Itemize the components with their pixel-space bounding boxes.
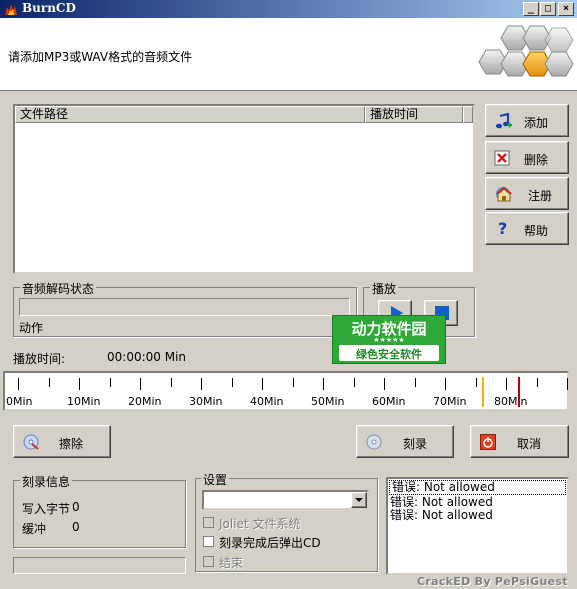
- bytes-written-label: 写入字节: [22, 502, 71, 516]
- header-panel: 请添加MP3或WAV格式的音频文件: [0, 18, 577, 91]
- time-ruler[interactable]: 0Min 10Min 20Min 30Min 40Min 50Min 60Min 70Min 8…: [3, 371, 569, 411]
- joliet-checkbox[interactable]: [203, 517, 214, 528]
- power-icon: [480, 434, 496, 450]
- settings-select[interactable]: [202, 490, 369, 510]
- ruler-label: 10Min: [67, 395, 101, 408]
- column-header-time[interactable]: 播放时间: [365, 106, 463, 123]
- header-instruction: 请添加MP3或WAV格式的音频文件: [8, 50, 193, 64]
- close-button[interactable]: ×: [558, 2, 574, 16]
- ruler-label: 0Min: [6, 395, 33, 408]
- decode-progress-bar: [19, 298, 350, 316]
- music-note-icon: [496, 113, 512, 129]
- add-button[interactable]: 添加: [485, 104, 569, 137]
- ruler-tick: [79, 378, 80, 390]
- ruler-label: 30Min: [189, 395, 223, 408]
- log-list[interactable]: 错误: Not allowed 错误: Not allowed 错误: Not …: [386, 477, 569, 575]
- chevron-down-icon: [355, 498, 363, 502]
- window-title: BurnCD: [22, 1, 76, 15]
- erase-disc-icon: [23, 434, 39, 450]
- register-button[interactable]: 注册: [485, 177, 569, 210]
- ruler-label: 40Min: [250, 395, 284, 408]
- ruler-tick: [506, 378, 507, 390]
- column-header-filler: [463, 106, 473, 123]
- buffer-label: 缓冲: [22, 522, 47, 536]
- hexagon-logo-icon: [478, 25, 574, 77]
- burn-button[interactable]: 刻录: [356, 425, 454, 458]
- maximize-button[interactable]: □: [540, 2, 556, 16]
- flame-app-icon: [5, 4, 17, 15]
- help-question-icon: ?: [498, 219, 508, 238]
- minimize-button[interactable]: _: [523, 2, 539, 16]
- status-bar: [13, 557, 186, 574]
- ruler-tick: [231, 378, 233, 387]
- ruler-tick: [140, 378, 141, 390]
- ruler-tick: [262, 378, 263, 390]
- ruler-tick: [475, 378, 477, 387]
- play-group-label: 播放: [370, 280, 399, 297]
- ruler-tick: [292, 378, 294, 387]
- watermark-logo: 动力软件园 ★★★★★ 绿色安全软件: [332, 315, 446, 364]
- ruler-tick: [353, 378, 355, 387]
- cancel-button-label: 取消: [517, 437, 542, 451]
- delete-button[interactable]: 删除: [485, 141, 569, 174]
- ruler-label: 50Min: [311, 395, 345, 408]
- ruler-tick: [384, 378, 385, 390]
- register-button-label: 注册: [528, 189, 553, 203]
- column-header-path[interactable]: 文件路径: [15, 106, 365, 123]
- ruler-tick: [567, 378, 568, 390]
- burn-button-label: 刻录: [403, 437, 428, 451]
- ruler-tick: [170, 378, 172, 387]
- eject-checkbox[interactable]: [203, 536, 214, 547]
- help-button[interactable]: ? 帮助: [485, 212, 569, 245]
- erase-button[interactable]: 擦除: [13, 425, 111, 458]
- ruler-tick: [414, 378, 416, 387]
- log-line[interactable]: 错误: Not allowed: [389, 480, 566, 495]
- delete-file-icon: [494, 150, 510, 166]
- cancel-button[interactable]: 取消: [470, 425, 569, 458]
- finish-label: 结束: [219, 556, 244, 570]
- log-line[interactable]: 错误: Not allowed: [388, 509, 567, 522]
- settings-label: 设置: [201, 471, 230, 488]
- ruler-tick: [323, 378, 324, 390]
- eject-label: 刻录完成后弹出CD: [219, 536, 321, 550]
- ruler-marker-red[interactable]: [518, 377, 521, 407]
- credit-text: CrackED By PePsiGuest: [417, 575, 568, 588]
- decode-status-label: 音频解码状态: [20, 280, 97, 297]
- burn-info-label: 刻录信息: [20, 473, 73, 490]
- watermark-line2: 绿色安全软件: [356, 348, 422, 361]
- erase-button-label: 擦除: [59, 437, 84, 451]
- watermark-stars: ★★★★★: [373, 336, 405, 344]
- ruler-tick: [445, 378, 446, 390]
- ruler-marker-yellow[interactable]: [481, 377, 484, 407]
- ruler-label: 80Min: [494, 395, 528, 408]
- house-globe-icon: [496, 186, 512, 202]
- ruler-tick: [201, 378, 202, 390]
- add-button-label: 添加: [524, 116, 549, 130]
- playtime-label: 播放时间:: [13, 352, 66, 366]
- help-button-label: 帮助: [524, 224, 549, 238]
- action-label: 动作: [19, 321, 44, 335]
- buffer-value: 0: [72, 520, 80, 534]
- ruler-label: 60Min: [372, 395, 406, 408]
- title-bar[interactable]: BurnCD _ □ ×: [0, 0, 577, 18]
- ruler-label: 20Min: [128, 395, 162, 408]
- ruler-tick: [48, 378, 50, 387]
- ruler-label: 70Min: [433, 395, 467, 408]
- finish-checkbox[interactable]: [203, 556, 214, 567]
- playtime-value: 00:00:00 Min: [107, 350, 187, 364]
- file-list[interactable]: 文件路径 播放时间: [13, 104, 475, 274]
- ruler-tick: [536, 378, 538, 387]
- delete-button-label: 删除: [524, 153, 549, 167]
- joliet-label: Joliet 文件系统: [219, 517, 301, 531]
- ruler-tick: [18, 378, 19, 390]
- ruler-tick: [109, 378, 111, 387]
- cd-icon: [366, 434, 382, 450]
- bytes-written-value: 0: [72, 500, 80, 514]
- dropdown-arrow-button[interactable]: [351, 492, 367, 508]
